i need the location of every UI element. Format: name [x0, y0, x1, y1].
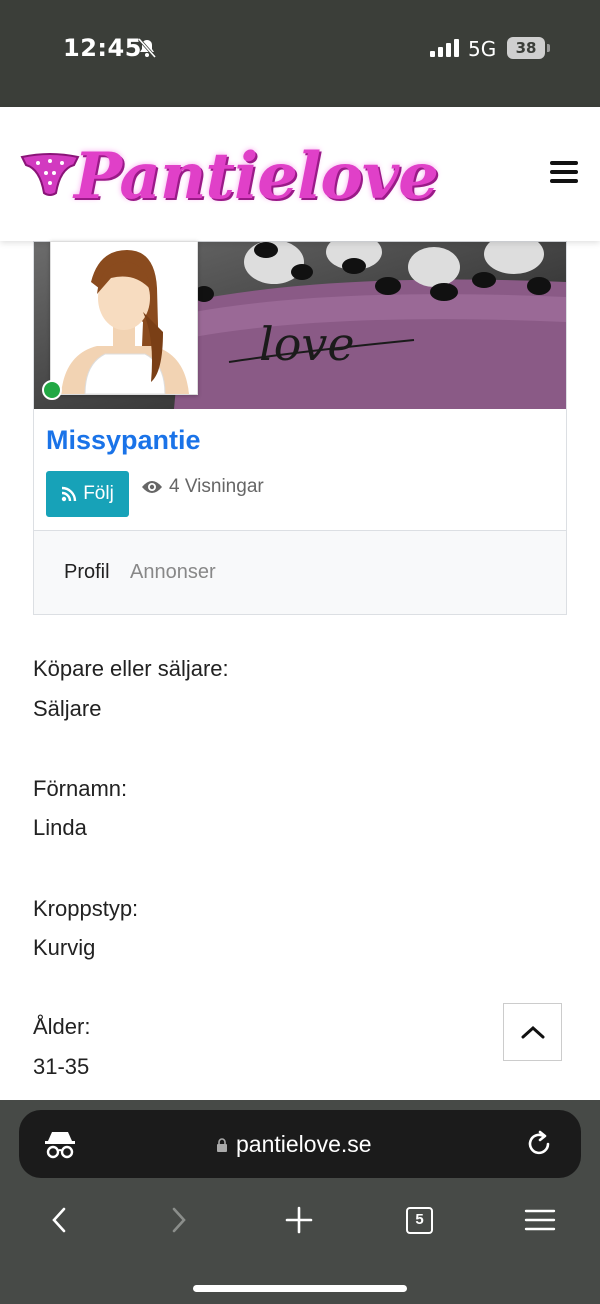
eye-icon [142, 481, 162, 493]
views-counter: 4 Visningar [141, 476, 264, 498]
battery-icon: 38 [507, 37, 550, 59]
menu-icon[interactable] [524, 1208, 556, 1232]
home-indicator [193, 1285, 407, 1292]
battery-level: 38 [515, 39, 537, 57]
field-value-body-type: Kurvig [33, 935, 96, 960]
field-value-first-name: Linda [33, 815, 87, 840]
field-value-buyer-seller: Säljare [33, 696, 102, 721]
url-text: pantielove.se [236, 1131, 372, 1157]
incognito-icon[interactable] [44, 1128, 76, 1160]
hamburger-icon[interactable] [550, 161, 578, 185]
field-label-first-name: Förnamn: [33, 776, 128, 801]
profile-tabs: Profil Annonser [34, 530, 566, 614]
follow-label: Följ [83, 483, 114, 504]
tab-annonser[interactable]: Annonser [130, 561, 216, 584]
online-status-dot [42, 380, 62, 400]
follow-button[interactable]: Följ [46, 471, 129, 517]
chevron-up-icon [521, 1025, 544, 1039]
status-bar: 12:45 5G 38 [0, 0, 600, 107]
bell-muted-icon [137, 38, 157, 58]
avatar [50, 241, 198, 395]
status-time: 12:45 [63, 34, 142, 62]
url-display[interactable]: pantielove.se [216, 1131, 372, 1158]
rss-icon [61, 486, 77, 502]
lock-icon [217, 1137, 227, 1152]
signal-icon [430, 39, 460, 57]
back-icon[interactable] [48, 1206, 70, 1234]
site-header: Pantielove [0, 107, 600, 241]
field-label-body-type: Kroppstyp: [33, 896, 139, 921]
scroll-to-top-button[interactable] [503, 1003, 562, 1061]
site-logo[interactable]: Pantielove [20, 131, 439, 221]
network-label: 5G [468, 37, 497, 61]
field-label-age: Ålder: [33, 1014, 91, 1039]
new-tab-icon[interactable] [285, 1206, 313, 1234]
field-value-age: 31-35 [33, 1054, 90, 1079]
reload-icon[interactable] [525, 1130, 553, 1158]
views-label: 4 Visningar [169, 476, 264, 497]
banner-love-text: love [259, 317, 355, 371]
avatar-placeholder-icon [51, 242, 197, 395]
panties-logo-icon [20, 153, 80, 196]
tabs-icon[interactable]: 5 [406, 1207, 433, 1234]
logo-text: Pantielove [74, 139, 439, 214]
tab-count: 5 [415, 1211, 424, 1228]
forward-icon[interactable] [168, 1206, 190, 1234]
field-label-buyer-seller: Köpare eller säljare: [33, 656, 229, 681]
tab-profil[interactable]: Profil [64, 561, 110, 584]
profile-username[interactable]: Missypantie [46, 425, 201, 456]
